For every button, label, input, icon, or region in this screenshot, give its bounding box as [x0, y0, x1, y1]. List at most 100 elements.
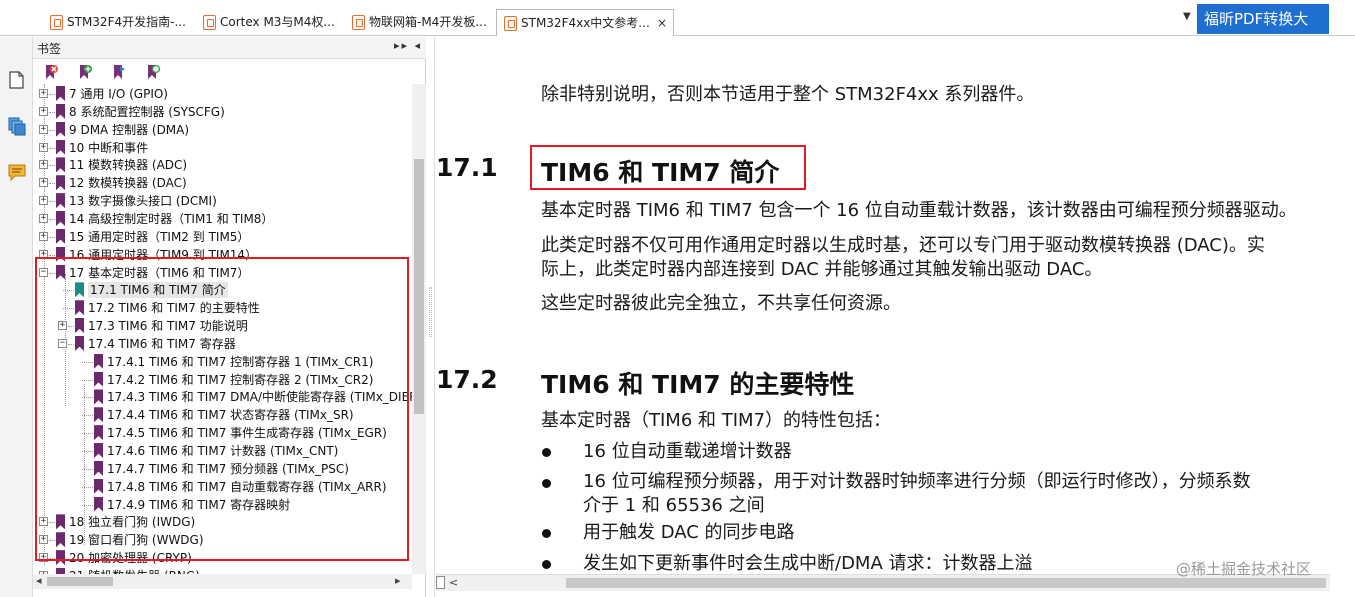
splitter-grip[interactable] — [429, 287, 432, 337]
paragraph: 基本定时器 TIM6 和 TIM7 包含一个 16 位自动重载计数器，该计数器由… — [541, 200, 1297, 221]
tree-connector — [49, 218, 55, 220]
bookmark-item[interactable]: +10 中断和事件 — [33, 139, 412, 157]
bookmark-label: 9 DMA 控制器 (DMA) — [69, 122, 190, 137]
scrollbar-thumb[interactable] — [47, 577, 113, 586]
bookmark-item[interactable]: +9 DMA 控制器 (DMA) — [33, 121, 412, 139]
scrollbar-thumb[interactable] — [566, 578, 1326, 588]
bookmark-item[interactable]: +15 通用定时器（TIM2 到 TIM5） — [33, 228, 412, 246]
page-thumbnail-icon[interactable] — [7, 70, 27, 90]
paragraph: 此类定时器不仅可用作通用定时器以生成时基，还可以专门用于驱动数模转换器 (DAC… — [541, 235, 1265, 256]
add-bookmark-icon[interactable] — [77, 64, 93, 80]
highlight-box — [530, 145, 806, 190]
tree-connector — [49, 147, 55, 149]
close-tab-icon[interactable]: × — [657, 10, 667, 36]
tab-stm32f4xx-reference[interactable]: STM32F4xx中文参考... × — [496, 9, 674, 36]
bookmark-icon — [56, 175, 65, 191]
tab-divider — [340, 9, 341, 36]
pdf-file-icon — [50, 15, 63, 30]
bookmark-label: 13 数字摄像头接口 (DCMI) — [69, 194, 217, 209]
expand-bookmark-icon[interactable] — [111, 64, 127, 80]
comment-icon[interactable] — [7, 162, 27, 182]
bookmark-label: 15 通用定时器（TIM2 到 TIM5） — [69, 229, 250, 244]
scroll-right-arrow[interactable]: ▸ — [395, 574, 401, 587]
scrollbar-thumb[interactable] — [414, 159, 424, 414]
tree-connector — [49, 111, 55, 113]
bookmark-item[interactable]: +11 模数转换器 (ADC) — [33, 156, 412, 174]
bullet-icon — [542, 560, 551, 569]
bookmark-label: 7 通用 I/O (GPIO) — [69, 87, 168, 101]
tab-label: 物联网箱-M4开发板... — [369, 15, 487, 29]
scroll-box[interactable] — [436, 576, 445, 589]
bookmark-icon — [56, 139, 65, 155]
tab-list-dropdown-icon[interactable]: ▼ — [1183, 11, 1191, 22]
bookmark-item[interactable]: +21 随机数发生器 (RNG) — [33, 567, 412, 574]
bookmark-vertical-scrollbar[interactable] — [412, 84, 426, 574]
bookmark-item[interactable]: +7 通用 I/O (GPIO) — [33, 85, 412, 103]
promo-banner[interactable]: 福昕PDF转换大 — [1197, 4, 1329, 34]
panel-collapse-control[interactable]: ▸▸ ◂ — [394, 39, 422, 52]
bullet-icon — [542, 448, 551, 457]
bookmark-item[interactable]: +12 数模转换器 (DAC) — [33, 174, 412, 192]
tab-cortex-m3-m4[interactable]: Cortex M3与M4权... — [196, 9, 346, 36]
document-page: 除非特别说明，否则本节适用于整个 STM32F4xx 系列器件。 17.1 TI… — [436, 37, 1330, 574]
tab-iot-box[interactable]: 物联网箱-M4开发板... — [345, 9, 495, 36]
expand-icon[interactable]: + — [39, 89, 48, 98]
list-item: 用于触发 DAC 的同步电路 — [583, 522, 795, 543]
pdf-file-icon — [504, 16, 517, 31]
bookmark-icon — [56, 121, 65, 137]
list-item: 16 位可编程预分频器，用于对计数器时钟频率进行分频（即运行时修改），分频系数 — [583, 471, 1251, 492]
bookmark-label: 8 系统配置控制器 (SYSCFG) — [69, 104, 225, 119]
bookmark-icon — [56, 228, 65, 244]
expand-icon[interactable]: + — [39, 142, 48, 152]
bookmark-toolbar — [33, 59, 426, 83]
layers-icon[interactable] — [7, 116, 27, 136]
expand-icon[interactable]: + — [39, 213, 48, 223]
intro-paragraph: 除非特别说明，否则本节适用于整个 STM32F4xx 系列器件。 — [541, 84, 1035, 105]
tab-bar: STM32F4开发指南-... Cortex M3与M4权... 物联网箱-M4… — [0, 0, 1355, 36]
bookmark-icon — [56, 210, 65, 226]
scroll-left-arrow[interactable]: ◂ — [36, 574, 42, 587]
tree-connector — [49, 165, 55, 167]
expand-icon[interactable]: + — [39, 160, 48, 170]
section-title: TIM6 和 TIM7 的主要特性 — [541, 370, 855, 399]
scroll-left-arrow[interactable]: < — [449, 576, 458, 589]
tab-divider — [36, 9, 37, 36]
expand-icon[interactable]: + — [39, 178, 48, 188]
expand-icon[interactable]: + — [39, 124, 48, 134]
bookmark-item[interactable]: +13 数字摄像头接口 (DCMI) — [33, 192, 412, 210]
bookmark-item[interactable]: +14 高级控制定时器（TIM1 和 TIM8） — [33, 210, 412, 228]
paragraph: 基本定时器（TIM6 和 TIM7）的特性包括： — [541, 410, 892, 431]
tab-stm32f4-guide[interactable]: STM32F4开发指南-... — [43, 9, 193, 36]
panel-splitter[interactable] — [426, 37, 435, 597]
bookmark-label: 14 高级控制定时器（TIM1 和 TIM8） — [69, 211, 274, 226]
bookmark-icon — [56, 157, 65, 173]
side-panel-strip — [0, 37, 33, 597]
pdf-file-icon — [203, 15, 216, 30]
search-bookmark-icon[interactable] — [145, 64, 161, 80]
pdf-file-icon — [352, 15, 365, 30]
tab-divider — [190, 9, 191, 36]
paragraph: 际上，此类定时器内部连接到 DAC 并能够通过其触发输出驱动 DAC。 — [541, 259, 1103, 280]
expand-icon[interactable]: + — [39, 196, 48, 206]
tab-label: STM32F4xx中文参考... — [521, 16, 650, 30]
document-right-margin — [1330, 37, 1355, 597]
tab-divider — [490, 9, 491, 36]
expand-icon[interactable]: + — [39, 231, 48, 241]
delete-bookmark-icon[interactable] — [43, 64, 59, 80]
bookmarks-panel-header: 书签 ▸▸ ◂ — [33, 37, 426, 59]
list-item: 16 位自动重载递增计数器 — [583, 441, 792, 462]
tree-connector — [49, 236, 55, 238]
bookmark-label: 11 模数转换器 (ADC) — [69, 158, 188, 173]
panel-title: 书签 — [37, 42, 62, 56]
expand-icon[interactable]: + — [39, 106, 48, 116]
bookmark-horizontal-scrollbar[interactable]: ◂ ▸ — [33, 574, 412, 589]
tree-connector — [49, 183, 55, 185]
tree-connector — [49, 201, 55, 203]
tree-connector — [49, 254, 55, 256]
watermark: @稀土掘金技术社区 — [1176, 560, 1312, 578]
bookmark-item[interactable]: +8 系统配置控制器 (SYSCFG) — [33, 103, 412, 121]
bookmark-label: 12 数模转换器 (DAC) — [69, 176, 187, 191]
list-item: 发生如下更新事件时会生成中断/DMA 请求：计数器上溢 — [583, 553, 1033, 574]
bookmarks-panel: 书签 ▸▸ ◂ +7 通用 I/O (GPIO) +8 系统配置控制器 (SYSC… — [33, 37, 426, 597]
bullet-icon — [542, 479, 551, 488]
